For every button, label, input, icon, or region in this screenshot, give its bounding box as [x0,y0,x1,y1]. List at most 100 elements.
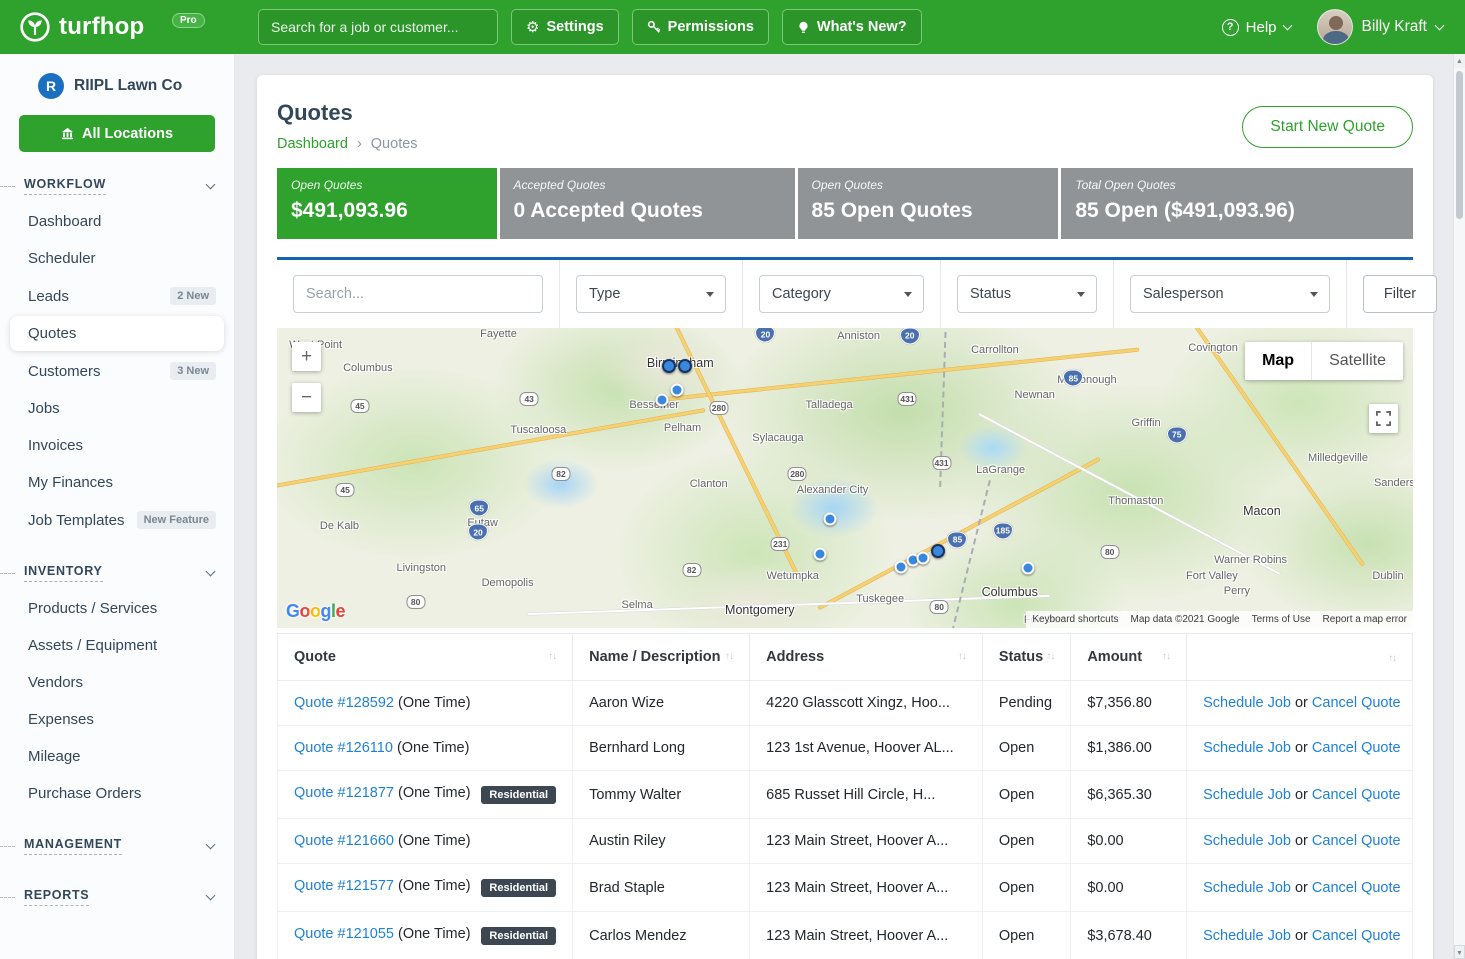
schedule-job-link[interactable]: Schedule Job [1203,740,1291,756]
status-select[interactable]: Status [957,275,1097,313]
whats-new-button[interactable]: What's New? [782,9,922,45]
cancel-quote-link[interactable]: Cancel Quote [1312,695,1401,711]
quote-link[interactable]: Quote #128592 [294,695,394,711]
breadcrumb-dashboard[interactable]: Dashboard [277,136,348,152]
column-header-quote[interactable]: Quote↑↓ [278,634,573,681]
sidebar-item-customers[interactable]: Customers3 New [0,352,234,390]
cancel-quote-link[interactable]: Cancel Quote [1312,880,1401,896]
schedule-job-link[interactable]: Schedule Job [1203,880,1291,896]
sidebar-section-management[interactable]: MANAGEMENT [0,812,234,863]
attribution-terms-of-use[interactable]: Terms of Use [1246,611,1317,628]
quotes-search-input[interactable] [293,275,543,313]
attribution-keyboard-shortcuts[interactable]: Keyboard shortcuts [1026,611,1124,628]
sidebar-item-assets-equipment[interactable]: Assets / Equipment [0,627,234,664]
settings-button[interactable]: ⚙ Settings [511,9,619,45]
scroll-down-arrow[interactable]: ▼ [1454,945,1465,959]
map-marker[interactable] [824,513,837,526]
quote-link[interactable]: Quote #121877 [294,785,394,801]
user-menu[interactable]: Billy Kraft [1317,9,1443,45]
category-select[interactable]: Category [759,275,924,313]
zoom-in-button[interactable]: + [292,342,321,371]
cancel-quote-link[interactable]: Cancel Quote [1312,928,1401,944]
quote-link[interactable]: Quote #121660 [294,833,394,849]
sidebar-item-expenses[interactable]: Expenses [0,701,234,738]
sort-icon[interactable]: ↑↓ [1162,651,1170,662]
google-logo[interactable]: Google [286,601,345,622]
cancel-quote-link[interactable]: Cancel Quote [1312,740,1401,756]
column-header-address[interactable]: Address↑↓ [750,634,983,681]
sidebar-item-leads[interactable]: Leads2 New [0,277,234,315]
sidebar-nav: WORKFLOWDashboardSchedulerLeads2 NewQuot… [0,152,234,914]
quote-link[interactable]: Quote #126110 [294,740,393,756]
sidebar-item-my-finances[interactable]: My Finances [0,464,234,501]
schedule-job-link[interactable]: Schedule Job [1203,833,1291,849]
brand[interactable]: turfhop Pro [0,10,235,44]
map-marker[interactable] [662,359,676,373]
attribution-report-a-map-error[interactable]: Report a map error [1317,611,1413,628]
scroll-thumb[interactable] [1456,71,1463,219]
cancel-quote-link[interactable]: Cancel Quote [1312,833,1401,849]
zoom-out-button[interactable]: − [292,383,321,412]
map-marker[interactable] [931,544,945,558]
schedule-job-link[interactable]: Schedule Job [1203,787,1291,803]
map-type-map-button[interactable]: Map [1245,342,1311,380]
quote-link[interactable]: Quote #121577 [294,878,394,894]
address-cell: 685 Russet Hill Circle, H... [750,771,983,819]
sidebar-item-products-services[interactable]: Products / Services [0,590,234,627]
sidebar-item-mileage[interactable]: Mileage [0,738,234,775]
sidebar-section-workflow[interactable]: WORKFLOW [0,152,234,203]
map-marker[interactable] [814,547,827,560]
stat-card[interactable]: Accepted Quotes0 Accepted Quotes [500,168,795,239]
stat-card[interactable]: Open Quotes$491,093.96 [277,168,497,239]
schedule-job-link[interactable]: Schedule Job [1203,928,1291,944]
stat-label: Total Open Quotes [1075,178,1399,192]
stat-card[interactable]: Total Open Quotes85 Open ($491,093.96) [1061,168,1413,239]
map-marker[interactable] [656,394,669,407]
stat-card[interactable]: Open Quotes85 Open Quotes [798,168,1059,239]
type-select[interactable]: Type [576,275,726,313]
sidebar-item-invoices[interactable]: Invoices [0,427,234,464]
help-menu[interactable]: ? Help [1222,19,1291,36]
permissions-button[interactable]: Permissions [632,9,769,45]
sort-icon[interactable]: ↑↓ [958,651,966,662]
column-header-status[interactable]: Status↑↓ [982,634,1071,681]
column-header-amount[interactable]: Amount↑↓ [1071,634,1187,681]
sidebar-section-inventory[interactable]: INVENTORY [0,539,234,590]
map-type-satellite-button[interactable]: Satellite [1311,342,1403,380]
map-marker[interactable] [917,552,930,565]
company-selector[interactable]: R RIIPL Lawn Co [0,54,234,105]
sidebar-section-reports[interactable]: REPORTS [0,863,234,914]
filter-button[interactable]: Filter [1363,275,1437,313]
sidebar-item-jobs[interactable]: Jobs [0,390,234,427]
amount-cell: $0.00 [1071,819,1187,864]
schedule-job-link[interactable]: Schedule Job [1203,695,1291,711]
sidebar-item-quotes[interactable]: Quotes [10,316,224,351]
sort-icon[interactable]: ↑↓ [548,651,556,662]
sort-icon[interactable]: ↑↓ [1046,651,1054,662]
scroll-up-arrow[interactable]: ▲ [1454,54,1465,68]
residential-badge: Residential [481,786,556,804]
column-header-actions[interactable]: ↑↓ [1187,634,1413,681]
map-marker[interactable] [1021,562,1034,575]
map-marker[interactable] [894,561,907,574]
map-marker[interactable] [670,383,683,396]
quote-link[interactable]: Quote #121055 [294,926,394,942]
sidebar-item-purchase-orders[interactable]: Purchase Orders [0,775,234,812]
sort-icon[interactable]: ↑↓ [725,651,733,662]
sidebar-item-vendors[interactable]: Vendors [0,664,234,701]
vertical-scrollbar[interactable]: ▲ ▼ [1453,54,1465,959]
map-marker[interactable] [678,359,692,373]
start-new-quote-button[interactable]: Start New Quote [1242,106,1413,148]
global-search-input[interactable] [258,9,498,45]
column-header-name-description[interactable]: Name / Description↑↓ [573,634,750,681]
sort-icon[interactable]: ↑↓ [1388,653,1396,664]
sidebar-item-scheduler[interactable]: Scheduler [0,240,234,277]
sidebar-item-dashboard[interactable]: Dashboard [0,203,234,240]
fullscreen-button[interactable] [1369,404,1398,433]
column-label: Status [999,649,1043,665]
all-locations-button[interactable]: All Locations [19,115,215,152]
salesperson-select[interactable]: Salesperson [1130,275,1330,313]
cancel-quote-link[interactable]: Cancel Quote [1312,787,1401,803]
map[interactable]: + − Map Satellite Google Keyboard shortc… [277,328,1413,628]
sidebar-item-job-templates[interactable]: Job TemplatesNew Feature [0,501,234,539]
